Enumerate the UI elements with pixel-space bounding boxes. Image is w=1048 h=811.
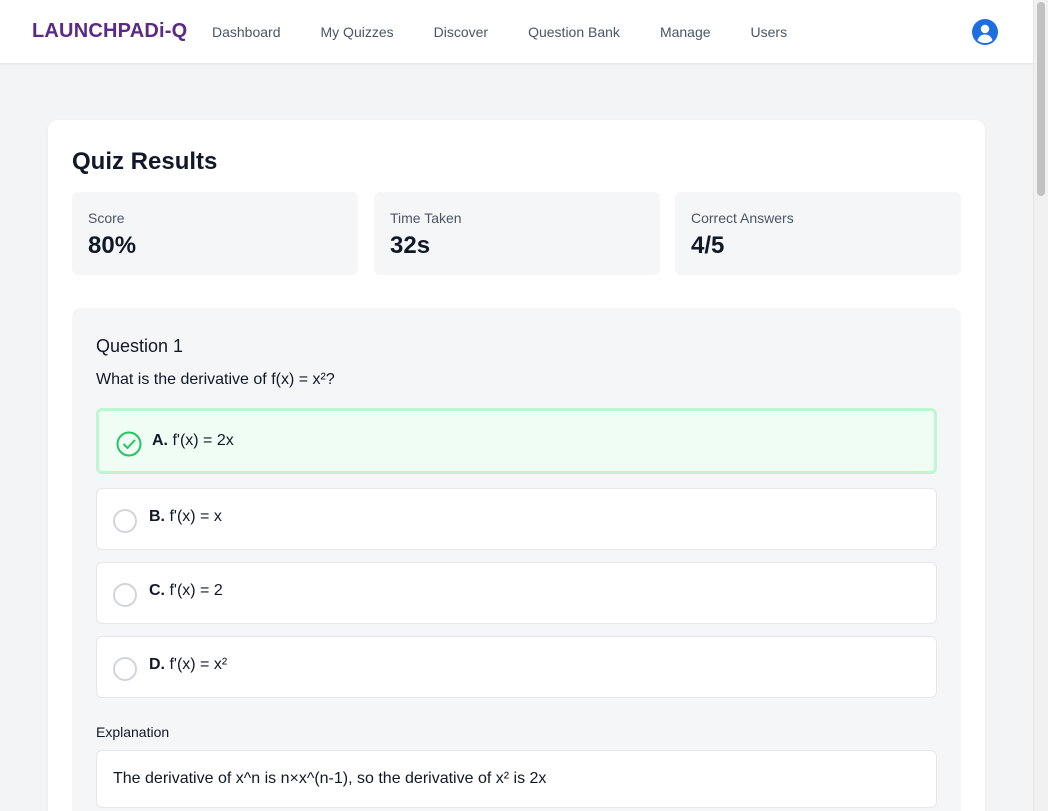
option-letter: D. — [149, 656, 165, 673]
page-title: Quiz Results — [72, 148, 218, 175]
option-label: D. f'(x) = x² — [149, 656, 227, 674]
option-value: f'(x) = x — [169, 508, 222, 525]
radio-button[interactable] — [113, 509, 137, 533]
user-circle-icon[interactable] — [972, 19, 998, 45]
stat-label: Score — [88, 210, 125, 226]
stat-label: Correct Answers — [691, 210, 794, 226]
stat-score: Score 80% — [72, 192, 358, 275]
question-title: Question 1 — [96, 336, 184, 356]
nav-link-users[interactable]: Users — [751, 24, 788, 40]
nav-link-discover[interactable]: Discover — [434, 24, 488, 40]
nav-links: Dashboard My Quizzes Discover Question B… — [212, 24, 827, 40]
explanation-label: Explanation — [96, 724, 170, 740]
option-value: f'(x) = 2 — [169, 582, 223, 599]
answer-option-b[interactable]: B. f'(x) = x — [96, 488, 937, 550]
stat-label: Time Taken — [390, 210, 462, 226]
stat-value: 4/5 — [691, 232, 725, 259]
stat-correct-answers: Correct Answers 4/5 — [675, 192, 961, 275]
answer-option-d[interactable]: D. f'(x) = x² — [96, 636, 937, 698]
option-label: C. f'(x) = 2 — [149, 582, 223, 600]
option-label: B. f'(x) = x — [149, 508, 222, 526]
brand-logo[interactable]: LAUNCHPADi-Q — [32, 20, 187, 43]
question-text: What is the derivative of f(x) = x²? — [96, 371, 335, 388]
stat-value: 80% — [88, 232, 137, 259]
option-letter: A. — [152, 432, 168, 449]
nav-link-dashboard[interactable]: Dashboard — [212, 24, 281, 40]
nav-link-question-bank[interactable]: Question Bank — [528, 24, 620, 40]
quiz-results-card: Quiz Results Score 80% Time Taken 32s Co… — [48, 120, 985, 811]
radio-button[interactable] — [113, 657, 137, 681]
explanation-text: The derivative of x^n is n×x^(n-1), so t… — [113, 770, 547, 787]
option-letter: B. — [149, 508, 165, 525]
top-navbar: LAUNCHPADi-Q Dashboard My Quizzes Discov… — [0, 0, 1033, 64]
radio-button[interactable] — [113, 583, 137, 607]
option-value: f'(x) = 2x — [172, 432, 234, 449]
answer-option-c[interactable]: C. f'(x) = 2 — [96, 562, 937, 624]
nav-link-my-quizzes[interactable]: My Quizzes — [321, 24, 394, 40]
stat-value: 32s — [390, 232, 431, 259]
explanation-box: The derivative of x^n is n×x^(n-1), so t… — [96, 750, 937, 808]
answer-option-a[interactable]: A. f'(x) = 2x — [96, 408, 937, 474]
stat-time-taken: Time Taken 32s — [374, 192, 660, 275]
scrollbar-thumb[interactable] — [1037, 2, 1045, 196]
option-letter: C. — [149, 582, 165, 599]
check-circle-icon — [116, 431, 142, 457]
nav-link-manage[interactable]: Manage — [660, 24, 711, 40]
option-label: A. f'(x) = 2x — [152, 432, 234, 450]
question-panel: Question 1 What is the derivative of f(x… — [72, 308, 961, 811]
app-viewport: LAUNCHPADi-Q Dashboard My Quizzes Discov… — [0, 0, 1048, 811]
option-value: f'(x) = x² — [169, 656, 228, 673]
